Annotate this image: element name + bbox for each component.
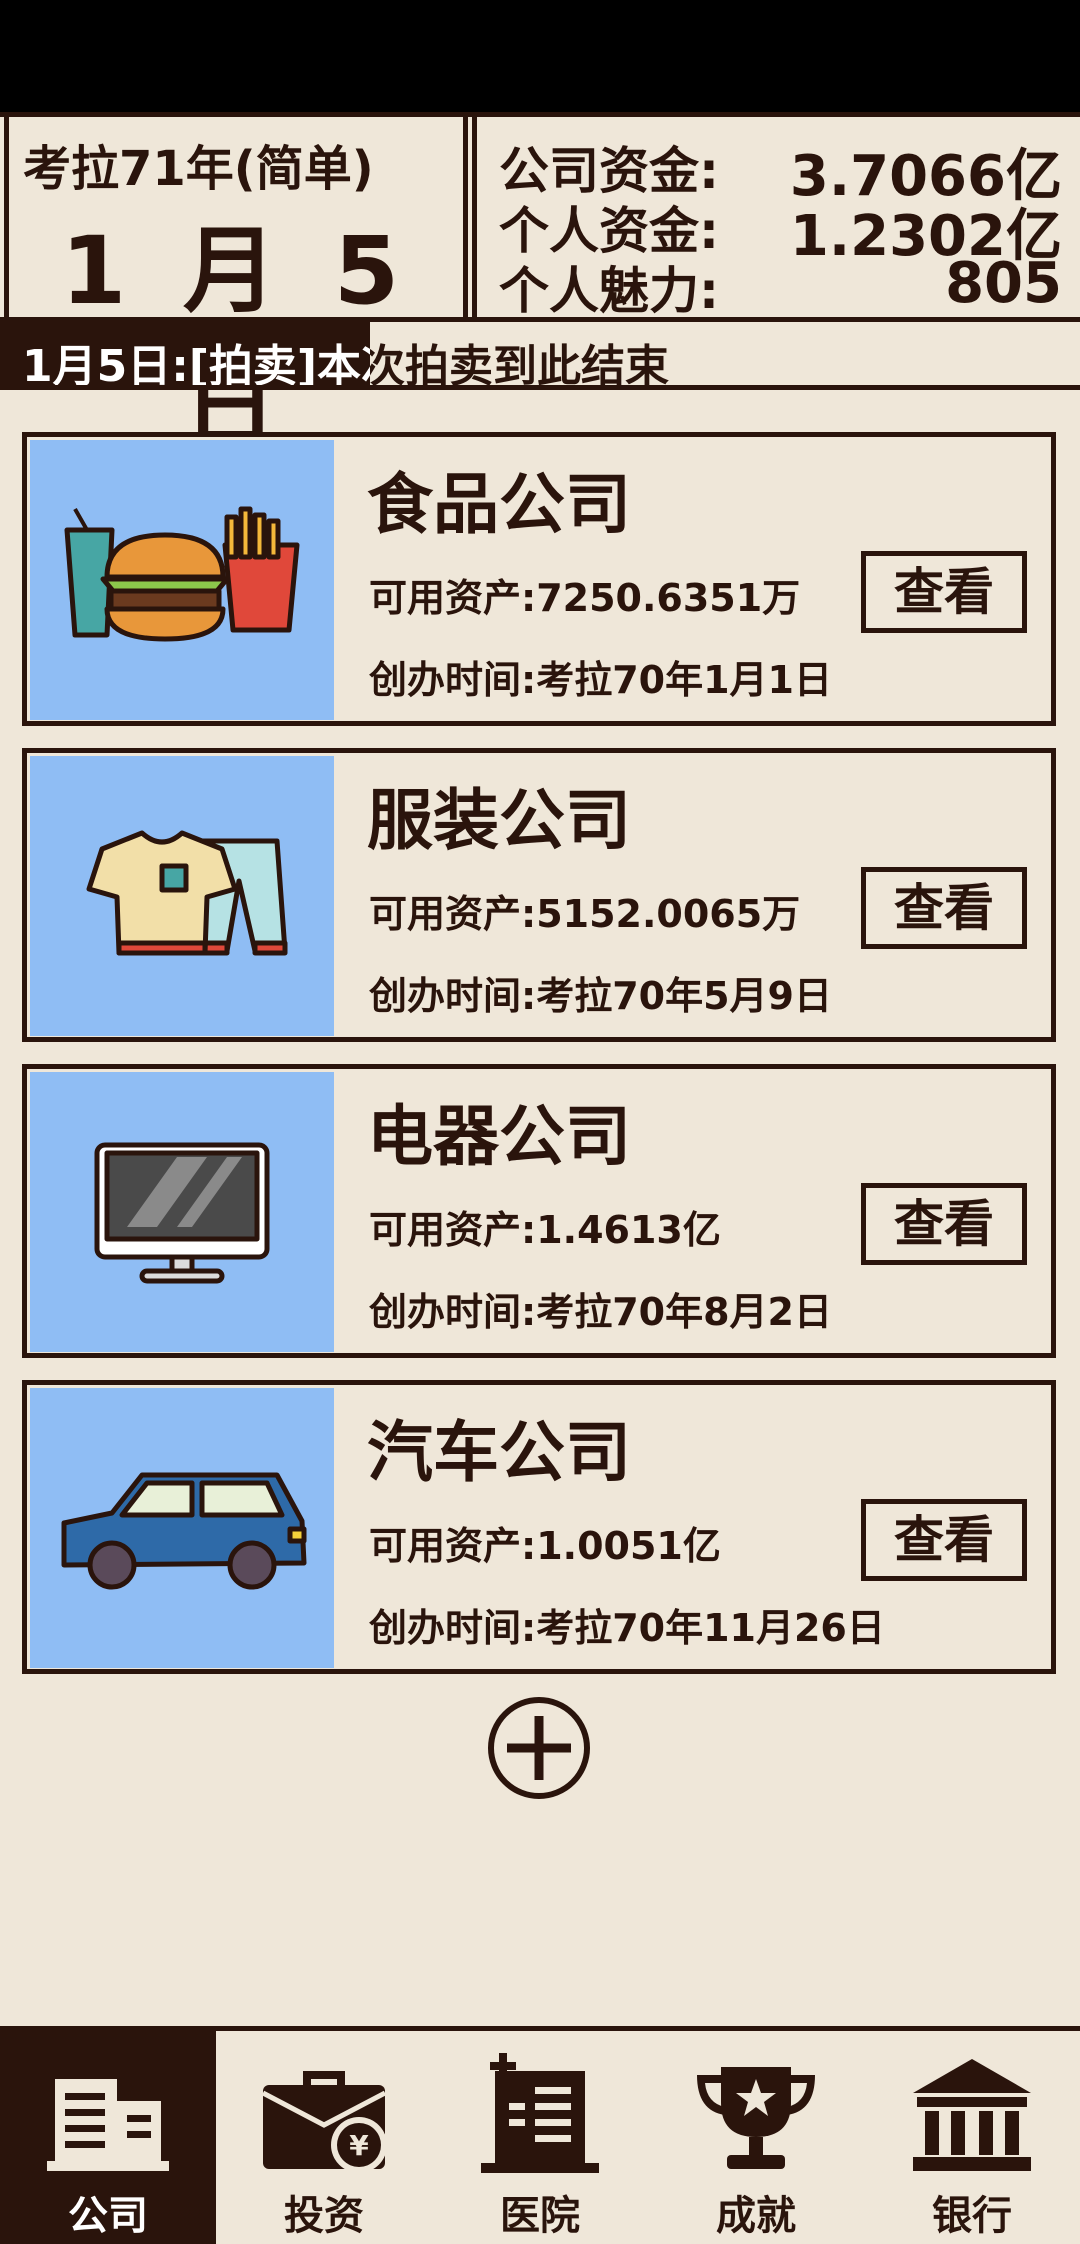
header: 考拉71年(简单) 1 月 5 日 公司资金: 3.7066亿 个人资金: 1.… bbox=[0, 112, 1080, 462]
company-assets: 可用资产:7250.6351万 bbox=[369, 576, 801, 620]
company-image bbox=[30, 756, 334, 1036]
car-icon bbox=[61, 1472, 307, 1590]
company-card-electronics[interactable]: 电器公司 可用资产:1.4613亿 创办时间:考拉70年8月2日 查看 bbox=[22, 1064, 1056, 1358]
company-assets: 可用资产:1.4613亿 bbox=[369, 1208, 721, 1252]
funds-panel: 公司资金: 3.7066亿 个人资金: 1.2302亿 个人魅力: 805 bbox=[472, 117, 1080, 320]
clothes-icon bbox=[86, 830, 288, 956]
nav-label: 公司 bbox=[68, 2193, 148, 2239]
status-bar bbox=[0, 0, 1080, 112]
monitor-icon bbox=[94, 1142, 270, 1284]
company-founded: 创办时间:考拉70年11月26日 bbox=[369, 1606, 885, 1650]
add-company-button[interactable] bbox=[485, 1694, 593, 1802]
company-title: 食品公司 bbox=[367, 466, 631, 543]
nav-item-invest[interactable]: ¥ 投资 bbox=[216, 2031, 432, 2244]
company-assets: 可用资产:5152.0065万 bbox=[369, 892, 801, 936]
trophy-icon bbox=[697, 2067, 815, 2169]
nav-label: 银行 bbox=[932, 2193, 1012, 2239]
briefcase-yen-icon: ¥ bbox=[261, 2071, 387, 2173]
company-card-clothing[interactable]: 服装公司 可用资产:5152.0065万 创办时间:考拉70年5月9日 查看 bbox=[22, 748, 1056, 1042]
company-assets: 可用资产:1.0051亿 bbox=[369, 1524, 721, 1568]
nav-item-bank[interactable]: 银行 bbox=[864, 2031, 1080, 2244]
company-title: 汽车公司 bbox=[367, 1414, 631, 1491]
plus-circle-icon bbox=[488, 1697, 590, 1799]
company-funds-row: 公司资金: 3.7066亿 bbox=[499, 131, 1062, 209]
bottom-nav: 公司 ¥ 投资 医院 成就 银行 bbox=[0, 2026, 1080, 2244]
company-founded: 创办时间:考拉70年5月9日 bbox=[369, 974, 832, 1018]
nav-item-hospital[interactable]: 医院 bbox=[432, 2031, 648, 2244]
nav-label: 成就 bbox=[716, 2193, 796, 2239]
personal-funds-row: 个人资金: 1.2302亿 bbox=[499, 191, 1062, 269]
charm-value: 805 bbox=[945, 251, 1062, 316]
bank-icon bbox=[913, 2059, 1031, 2171]
building-icon bbox=[47, 2079, 169, 2171]
year-label: 考拉71年(简单) bbox=[23, 141, 374, 197]
company-image bbox=[30, 1072, 334, 1352]
view-button[interactable]: 查看 bbox=[861, 867, 1027, 949]
svg-text:¥: ¥ bbox=[349, 2129, 369, 2162]
ticker-text-highlight: 1月5日:[拍卖]本次拍卖到此结束 bbox=[22, 341, 370, 385]
nav-item-company[interactable]: 公司 bbox=[0, 2031, 216, 2244]
view-button[interactable]: 查看 bbox=[861, 551, 1027, 633]
charm-label: 个人魅力: bbox=[499, 262, 719, 320]
company-title: 电器公司 bbox=[367, 1098, 631, 1175]
burger-icon bbox=[64, 506, 300, 642]
company-card-food[interactable]: 食品公司 可用资产:7250.6351万 创办时间:考拉70年1月1日 查看 bbox=[22, 432, 1056, 726]
news-ticker: 1月5日:[拍卖]本次拍卖到此结束 1月5日:[拍卖]本次拍卖到此结束 bbox=[0, 322, 1080, 390]
hospital-icon bbox=[481, 2053, 599, 2173]
company-title: 服装公司 bbox=[367, 782, 631, 859]
nav-label: 投资 bbox=[284, 2193, 364, 2239]
company-image bbox=[30, 440, 334, 720]
view-button[interactable]: 查看 bbox=[861, 1183, 1027, 1265]
company-founded: 创办时间:考拉70年1月1日 bbox=[369, 658, 832, 702]
view-button[interactable]: 查看 bbox=[861, 1499, 1027, 1581]
charm-row: 个人魅力: 805 bbox=[499, 251, 1062, 320]
nav-item-achievements[interactable]: 成就 bbox=[648, 2031, 864, 2244]
company-card-auto[interactable]: 汽车公司 可用资产:1.0051亿 创办时间:考拉70年11月26日 查看 bbox=[22, 1380, 1056, 1674]
company-image bbox=[30, 1388, 334, 1668]
date-panel: 考拉71年(简单) 1 月 5 日 bbox=[4, 117, 468, 462]
company-founded: 创办时间:考拉70年8月2日 bbox=[369, 1290, 832, 1334]
nav-label: 医院 bbox=[500, 2193, 580, 2239]
